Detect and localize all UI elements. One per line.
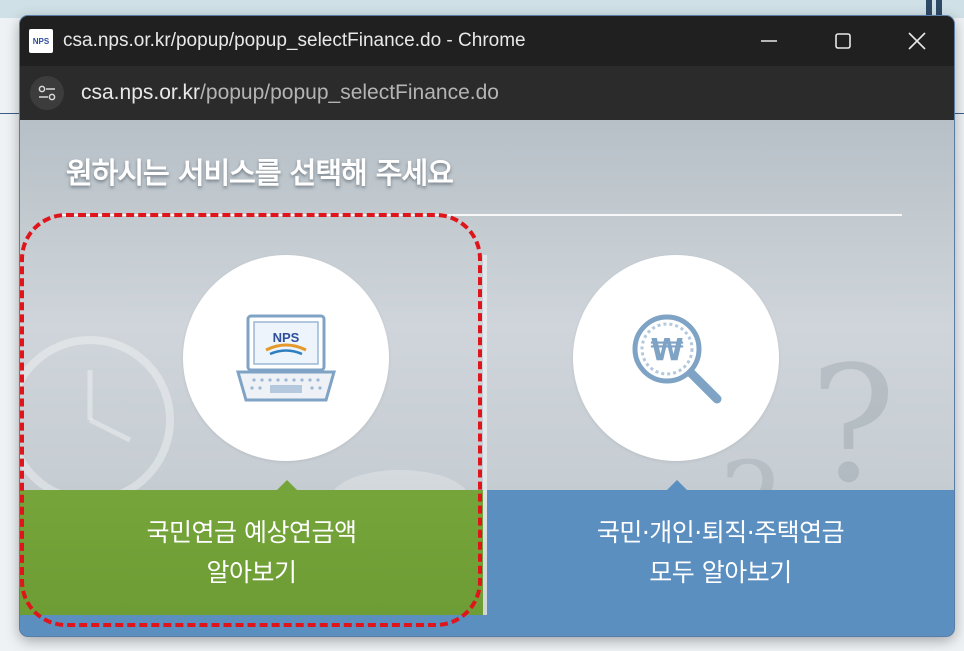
tune-icon — [38, 85, 56, 101]
minimize-icon — [761, 40, 777, 42]
option-label: 국민연금 예상연금액 알아보기 — [147, 513, 357, 593]
popup-window: NPS csa.nps.or.kr/popup/popup_selectFina… — [20, 16, 954, 636]
address-bar: csa.nps.or.kr/popup/popup_selectFinance.… — [20, 66, 954, 120]
popup-content: ? ? 원하시는 서비스를 선택해 주세요 NPS — [20, 120, 954, 636]
option-label-line2: 알아보기 — [206, 557, 297, 587]
band-notch — [277, 480, 297, 490]
nps-favicon-icon: NPS — [29, 29, 53, 53]
site-info-button[interactable] — [30, 76, 64, 110]
option-label-line1: 국민·개인·퇴직·주택연금 — [596, 517, 845, 547]
url-host: csa.nps.or.kr — [81, 81, 201, 104]
url-display[interactable]: csa.nps.or.kr/popup/popup_selectFinance.… — [81, 81, 499, 105]
favicon-text: NPS — [32, 36, 50, 46]
minimize-button[interactable] — [732, 16, 806, 66]
option-label-line1: 국민연금 예상연금액 — [146, 517, 357, 547]
maximize-button[interactable] — [806, 16, 880, 66]
window-controls — [732, 16, 954, 66]
background-rule-left — [0, 113, 20, 114]
laptop-icon: NPS — [236, 314, 336, 402]
option-icon-circle: NPS — [183, 255, 389, 461]
title-bar[interactable]: NPS csa.nps.or.kr/popup/popup_selectFina… — [20, 16, 954, 66]
url-path: /popup/popup_selectFinance.do — [200, 81, 499, 104]
close-button[interactable] — [880, 16, 954, 66]
option-label-band: 국민·개인·퇴직·주택연금 모두 알아보기 — [487, 480, 954, 615]
option-label-band: 국민연금 예상연금액 알아보기 — [20, 480, 483, 615]
page-heading: 원하시는 서비스를 선택해 주세요 — [66, 156, 454, 190]
laptop-icon-label: NPS — [273, 330, 300, 345]
close-icon — [908, 32, 926, 50]
option-expected-pension[interactable]: NPS 국민연금 예상연금액 알아보기 — [20, 255, 483, 615]
heading-divider — [62, 214, 902, 216]
band-notch — [667, 480, 687, 490]
option-label-line2: 모두 알아보기 — [649, 557, 792, 587]
option-icon-circle: ₩ — [573, 255, 779, 461]
option-all-pensions[interactable]: ₩ 국민·개인·퇴직·주택연금 모두 알아보기 — [487, 255, 954, 615]
option-label: 국민·개인·퇴직·주택연금 모두 알아보기 — [596, 513, 845, 593]
maximize-icon — [835, 33, 851, 49]
magnifier-icon-label: ₩ — [650, 333, 683, 368]
window-title: csa.nps.or.kr/popup/popup_selectFinance.… — [63, 30, 526, 51]
magnifier-won-icon: ₩ — [632, 314, 722, 404]
content-bottom-bar — [20, 615, 954, 636]
